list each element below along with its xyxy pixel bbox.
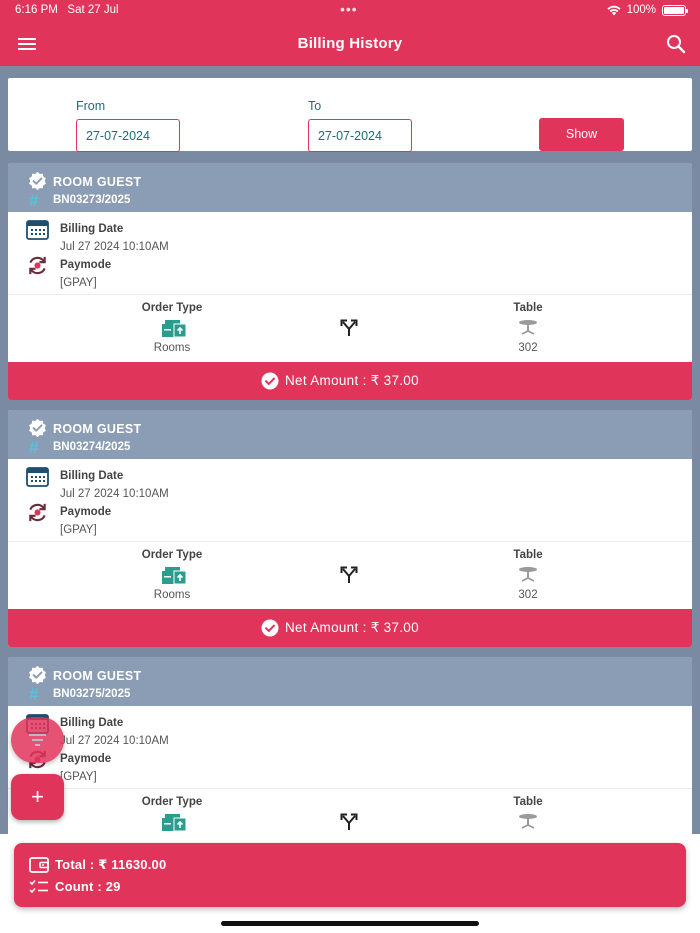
order-type-value: Rooms [153, 342, 191, 354]
plus-icon: + [31, 784, 44, 809]
home-indicator[interactable] [221, 921, 479, 926]
calendar-icon [26, 220, 49, 240]
room-service-icon [162, 567, 187, 585]
to-date-field[interactable]: 27-07-2024 [308, 119, 412, 152]
show-button[interactable]: Show [539, 118, 624, 151]
bill-number: BN03274/2025 [53, 441, 131, 453]
table-value: 302 [518, 589, 538, 601]
table-value: 302 [518, 342, 538, 354]
wifi-icon [606, 5, 621, 15]
status-bar: 6:16 PM Sat 27 Jul ••• 100% [0, 0, 700, 22]
billing-date-label: Billing Date [60, 717, 124, 729]
billing-date-value: Jul 27 2024 10:10AM [60, 735, 169, 747]
check-circle-icon [261, 372, 279, 390]
divider [8, 541, 692, 542]
divider [8, 294, 692, 295]
bill-card[interactable]: ROOM GUEST # BN03273/2025 Billing Date J… [8, 163, 692, 400]
summary-bar: Total : ₹ 11630.00 Count : 29 [14, 843, 686, 907]
billing-date-label: Billing Date [60, 223, 124, 235]
net-amount-bar: Net Amount : ₹ 37.00 [8, 362, 692, 400]
order-type-value: Rooms [153, 589, 191, 601]
table-label: Table [513, 302, 543, 314]
page-title: Billing History [297, 35, 403, 52]
net-amount-bar: Net Amount : ₹ 37.00 [8, 609, 692, 647]
checklist-icon [29, 879, 48, 894]
hash-icon: # [29, 191, 39, 210]
status-right: 100% [606, 4, 688, 16]
split-arrows-icon [340, 319, 358, 336]
date-filter-panel: From 27-07-2024 To 27-07-2024 Show [8, 78, 692, 152]
billing-date-value: Jul 27 2024 10:10AM [60, 488, 169, 500]
search-icon[interactable] [664, 32, 688, 56]
from-date-field[interactable]: 27-07-2024 [76, 119, 180, 152]
from-label: From [76, 99, 106, 113]
filter-button[interactable] [11, 717, 64, 763]
wallet-icon [29, 857, 49, 873]
verified-badge-icon [29, 665, 46, 685]
bill-card-header: ROOM GUEST # BN03274/2025 [8, 410, 692, 459]
table-icon [519, 320, 537, 335]
paymode-value: [GPAY] [60, 524, 97, 536]
paymode-label: Paymode [60, 506, 112, 518]
net-amount: Net Amount : ₹ 37.00 [285, 620, 419, 635]
guest-name: ROOM GUEST [53, 422, 142, 436]
split-arrows-icon [340, 566, 358, 583]
order-type-label: Order Type [141, 549, 203, 561]
net-amount: Net Amount : ₹ 37.00 [285, 373, 419, 388]
billing-date-value: Jul 27 2024 10:10AM [60, 241, 169, 253]
bill-card[interactable]: ROOM GUEST # BN03275/2025 Billing Date J… [8, 657, 692, 834]
verified-badge-icon [29, 418, 46, 438]
paymode-label: Paymode [60, 259, 112, 271]
filter-icon [29, 734, 46, 746]
check-circle-icon [261, 619, 279, 637]
battery-icon [662, 4, 688, 16]
total-amount: Total : ₹ 11630.00 [55, 857, 167, 872]
multitasking-dots[interactable]: ••• [340, 1, 358, 17]
table-icon [519, 814, 537, 829]
billing-date-label: Billing Date [60, 470, 124, 482]
payment-cycle-icon [29, 256, 46, 275]
order-type-label: Order Type [141, 302, 203, 314]
hash-icon: # [29, 685, 39, 704]
bill-card-header: ROOM GUEST # BN03273/2025 [8, 163, 692, 212]
app-bar: Billing History [0, 22, 700, 66]
paymode-value: [GPAY] [60, 771, 97, 783]
status-time: 6:16 PM Sat 27 Jul [15, 4, 119, 16]
table-icon [519, 567, 537, 582]
guest-name: ROOM GUEST [53, 669, 142, 683]
room-service-icon [162, 320, 187, 338]
split-arrows-icon [340, 813, 358, 830]
paymode-value: [GPAY] [60, 277, 97, 289]
guest-name: ROOM GUEST [53, 175, 142, 189]
bill-number: BN03275/2025 [53, 688, 131, 700]
table-label: Table [513, 549, 543, 561]
bill-list-area[interactable]: From 27-07-2024 To 27-07-2024 Show ROOM … [0, 66, 700, 834]
bill-number: BN03273/2025 [53, 194, 131, 206]
table-label: Table [513, 796, 543, 808]
to-label: To [308, 99, 322, 113]
paymode-label: Paymode [60, 753, 112, 765]
bill-card[interactable]: ROOM GUEST # BN03274/2025 Billing Date J… [8, 410, 692, 647]
add-bill-button[interactable]: + [11, 774, 64, 820]
bill-count: Count : 29 [55, 879, 121, 894]
bill-card-header: ROOM GUEST # BN03275/2025 [8, 657, 692, 706]
order-type-label: Order Type [141, 796, 203, 808]
payment-cycle-icon [29, 503, 46, 522]
calendar-icon [26, 467, 49, 487]
room-service-icon [162, 814, 187, 832]
battery-percent: 100% [626, 4, 656, 16]
divider [8, 788, 692, 789]
verified-badge-icon [29, 171, 46, 191]
hash-icon: # [29, 438, 39, 457]
